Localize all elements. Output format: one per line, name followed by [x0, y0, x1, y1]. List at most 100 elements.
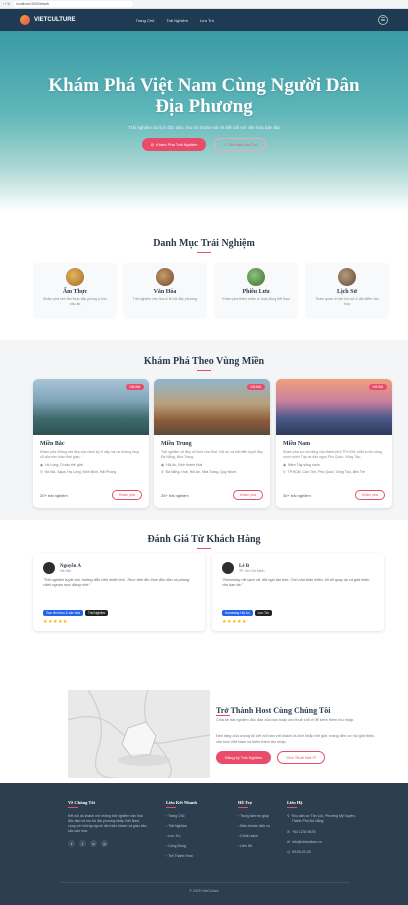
adventure-icon	[247, 268, 265, 286]
find-stay-label: Tìm Nơi Lưu Trú	[227, 142, 258, 147]
category-card-adventure[interactable]: Phiêu Lưu Khám phá thiên nhiên & hoạt độ…	[214, 263, 298, 319]
region-card-south[interactable]: Nổi Bật Miền Nam Khám phá sự sôi động củ…	[276, 379, 392, 508]
avatar	[43, 562, 55, 574]
landmark-icon: ◉	[161, 463, 165, 467]
footer-link-label: Trung tâm trợ giúp	[240, 814, 269, 818]
reviewer-name: Nguyễn A	[60, 563, 81, 569]
landmark-icon: ◉	[283, 463, 287, 467]
address-bar[interactable]: localhost:3000/#/web	[13, 1, 134, 7]
footer-link-experiences[interactable]: › Trải Nghiệm	[166, 824, 226, 828]
review-card: Lê B TP. Hồ Chí Minh "Homestay rất sạch …	[212, 553, 384, 631]
browser-toolbar: ‹ › ↻ localhost:3000/#/web	[0, 0, 408, 9]
category-card-cuisine[interactable]: Ẩm Thực Khám phá nền ẩm thực đặc phong &…	[33, 263, 117, 319]
social-links: f t in yt	[68, 840, 148, 847]
explore-region-button[interactable]: Khám phá	[355, 490, 385, 500]
saigon-skyline-image: Nổi Bật	[276, 379, 392, 435]
register-experience-button[interactable]: Đăng ký Trải Nghiệm	[216, 751, 272, 764]
footer-support-help[interactable]: › Trung tâm trợ giúp	[238, 814, 288, 818]
footer-divider	[238, 807, 248, 808]
phone-icon: ✆	[287, 830, 290, 834]
footer-hours: ◷ 09:00-21:00	[287, 850, 357, 854]
footer-about: Về Chúng Tôi Kết nối du khách với những …	[68, 800, 148, 847]
host-desc-1: Chia sẻ trải nghiệm độc đáo của bạn hoặc…	[216, 718, 355, 722]
region-card-central[interactable]: Nổi Bật Miền Trung Trải nghiệm vẻ đẹp cổ…	[154, 379, 270, 508]
footer-phone[interactable]: ✆ +84 1234 5678	[287, 830, 357, 834]
footer-divider	[166, 807, 176, 808]
category-card-history[interactable]: Lịch Sử Tham quan di tích lịch sử & địa …	[305, 263, 389, 319]
twitter-icon[interactable]: t	[79, 840, 86, 847]
footer-link-community[interactable]: › Cộng Đồng	[166, 844, 226, 848]
footer-link-stays[interactable]: › Lưu Trú	[166, 834, 226, 838]
regions-title: Khám Phá Theo Vùng Miền	[143, 356, 265, 367]
food-icon	[66, 268, 84, 286]
footer-link-label: Trải Nghiệm	[168, 824, 188, 828]
region-desc: Trải nghiệm vẻ đẹp cổ kính của Huế, Hội …	[161, 450, 263, 459]
category-desc: Khám phá thiên nhiên & hoạt động thể tha…	[222, 297, 290, 301]
compass-icon: ◎	[150, 142, 155, 147]
hero-subtitle: Trải nghiệm du lịch độc đáo, lưu trú tho…	[128, 125, 280, 130]
footer-phone-text: +84 1234 5678	[291, 830, 316, 834]
review-tag-type[interactable]: Trải Nghiệm	[85, 610, 109, 616]
footer-link-become-host[interactable]: › Trở Thành Host	[166, 854, 226, 858]
title-divider	[197, 548, 211, 549]
browser-nav-icons[interactable]: ‹ › ↻	[3, 2, 10, 6]
featured-badge: Nổi Bật	[246, 384, 265, 390]
logo-icon	[20, 15, 30, 25]
rent-stay-button[interactable]: Cho Thuê Nơi Ở	[277, 751, 325, 764]
footer-support-heading: Hỗ Trợ	[238, 800, 252, 805]
puzzle-image	[68, 690, 210, 778]
footer-support-policy[interactable]: › Chính sách	[238, 834, 288, 838]
footer-email-text: info@vietculture.vn	[291, 840, 322, 844]
footer-hours-text: 09:00-21:00	[292, 850, 311, 854]
title-divider	[216, 715, 230, 716]
review-tag-service[interactable]: Homestay Hội An	[222, 610, 253, 616]
category-desc: Tham quan di tích lịch sử & địa điểm văn…	[315, 297, 379, 306]
puzzle-illustration	[68, 690, 210, 778]
footer-link-home[interactable]: › Trang Chủ	[166, 814, 226, 818]
region-spots: Hồ Long, Di sản thế giới	[45, 463, 83, 467]
footer-email[interactable]: ✉ info@vietculture.vn	[287, 840, 357, 844]
category-card-culture[interactable]: Văn Hóa Trải nghiệm văn hóa & lễ hội đặc…	[123, 263, 207, 319]
footer-contact-heading: Liên Hệ	[287, 800, 303, 805]
youtube-icon[interactable]: yt	[101, 840, 108, 847]
hoi-an-image: Nổi Bật	[154, 379, 270, 435]
explore-region-button[interactable]: Khám phá	[233, 490, 263, 500]
review-card: Nguyễn A Hà Nội "Trải nghiệm tuyệt vời, …	[33, 553, 205, 631]
category-title: Phiêu Lưu	[242, 289, 270, 295]
region-desc: Khám phá sự sôi động của thành phố TP.HC…	[283, 450, 382, 459]
category-title: Văn Hóa	[153, 289, 177, 295]
footer-support: Hỗ Trợ › Trung tâm trợ giúp › Điều khoản…	[238, 800, 288, 854]
explore-region-button[interactable]: Khám phá	[112, 490, 142, 500]
footer-contact: Liên Hệ ⚲ Khu dân cư Tân Lộc, Phường Mỹ X…	[287, 800, 357, 860]
halong-bay-image: Nổi Bật	[33, 379, 149, 435]
brand-logo[interactable]: VIETCULTURE	[20, 15, 76, 25]
region-spots: Hội An, Kinh thành Huế	[166, 463, 203, 467]
nav-link-experiences[interactable]: Trải Nghiệm	[166, 18, 188, 23]
footer-address-text: Khu dân cư Tân Lộc, Phường Mỹ Xuyên, Thà…	[291, 814, 356, 823]
featured-badge: Nổi Bật	[125, 384, 144, 390]
clock-icon: ◷	[287, 850, 291, 854]
history-icon	[338, 268, 356, 286]
instagram-icon[interactable]: in	[90, 840, 97, 847]
footer-support-terms[interactable]: › Điều khoản dịch vụ	[238, 824, 288, 828]
explore-experiences-label: Khám Phá Trải Nghiệm	[156, 142, 198, 147]
region-places: TP.HCM, Cần Thơ, Phú Quốc, Vũng Tàu, Bến…	[287, 470, 365, 474]
footer-link-label: Liên Hệ	[240, 844, 253, 848]
menu-icon[interactable]: ☰	[378, 15, 388, 25]
review-tag-service[interactable]: Tour ẩm thực & văn hóa	[43, 610, 84, 616]
nav-link-home[interactable]: Trang Chủ	[136, 18, 155, 23]
find-stay-button[interactable]: ⌂ Tìm Nơi Lưu Trú	[214, 138, 267, 151]
footer-divider	[60, 882, 350, 883]
nav-links: Trang Chủ Trải Nghiệm Lưu Trú	[136, 18, 214, 23]
footer-address: ⚲ Khu dân cư Tân Lộc, Phường Mỹ Xuyên, Th…	[287, 814, 357, 824]
experience-count: 30+ trải nghiệm	[283, 492, 311, 498]
top-navbar: VIETCULTURE Trang Chủ Trải Nghiệm Lưu Tr…	[0, 9, 408, 31]
footer-support-contact[interactable]: › Liên Hệ	[238, 844, 288, 848]
nav-link-stays[interactable]: Lưu Trú	[200, 18, 214, 23]
region-card-north[interactable]: Nổi Bật Miền Bắc Khám phá những nét đẹp …	[33, 379, 149, 508]
review-tag-type[interactable]: Lưu Trú	[254, 610, 272, 616]
facebook-icon[interactable]: f	[68, 840, 75, 847]
footer-link-label: Cộng Đồng	[168, 844, 186, 848]
region-title: Miền Bắc	[40, 441, 65, 447]
explore-experiences-button[interactable]: ◎ Khám Phá Trải Nghiệm	[141, 138, 207, 151]
